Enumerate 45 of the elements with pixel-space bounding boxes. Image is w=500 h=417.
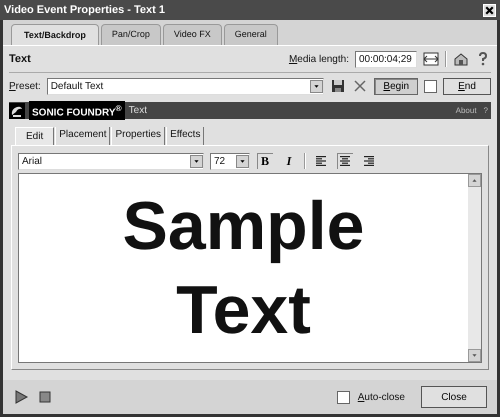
logo-icon	[9, 102, 25, 118]
tab[interactable]: Video FX	[162, 24, 222, 45]
about-link[interactable]: About	[456, 106, 477, 115]
auto-close-label: Auto-close	[358, 392, 405, 402]
tab[interactable]: Pan/Crop	[100, 24, 161, 45]
section-title: Text	[9, 53, 31, 65]
tab[interactable]: Effects	[166, 127, 204, 145]
align-center-button[interactable]	[336, 152, 354, 170]
scroll-down-icon[interactable]	[468, 349, 481, 362]
begin-button[interactable]: Begin	[374, 78, 418, 94]
align-icon	[363, 155, 375, 167]
scroll-up-icon[interactable]	[468, 174, 481, 187]
italic-button[interactable]: I	[280, 152, 298, 170]
plugin-title: Text	[128, 105, 148, 116]
bold-button[interactable]: B	[256, 152, 274, 170]
tab[interactable]: General	[224, 24, 278, 45]
size-dropdown[interactable]: 72	[210, 152, 250, 170]
tab[interactable]: Edit	[15, 127, 54, 145]
text-line: Sample	[122, 187, 364, 266]
end-checkbox[interactable]	[424, 80, 437, 92]
stop-icon[interactable]	[37, 389, 53, 405]
frame-icon[interactable]	[423, 51, 439, 67]
window-title: Video Event Properties - Text 1	[4, 4, 166, 16]
align-icon	[339, 155, 351, 167]
help-link[interactable]: ?	[484, 106, 488, 115]
scrollbar[interactable]	[468, 174, 481, 362]
close-icon[interactable]	[483, 4, 496, 16]
preset-dropdown[interactable]: Default Text	[46, 78, 324, 94]
tab[interactable]: Text/Backdrop	[11, 24, 99, 45]
media-length-field[interactable]: 00:00:04;29	[355, 50, 417, 68]
font-dropdown[interactable]: Arial	[18, 152, 204, 170]
tab[interactable]: Properties	[111, 127, 166, 145]
end-button[interactable]: End	[443, 78, 491, 94]
auto-close-checkbox[interactable]	[336, 390, 350, 404]
text-editor[interactable]: Sample Text	[18, 173, 482, 363]
text-line: Text	[176, 271, 311, 350]
align-icon	[315, 155, 327, 167]
media-length-label: Media length:	[288, 54, 349, 64]
preset-label: Preset:	[9, 80, 41, 92]
close-button[interactable]: Close	[421, 386, 487, 408]
save-icon[interactable]	[330, 78, 346, 94]
play-icon[interactable]	[13, 389, 29, 405]
brand-logo: SONIC FOUNDRY$^{®}$	[29, 100, 125, 120]
tab[interactable]: Placement	[55, 127, 110, 145]
delete-icon[interactable]	[352, 78, 368, 94]
